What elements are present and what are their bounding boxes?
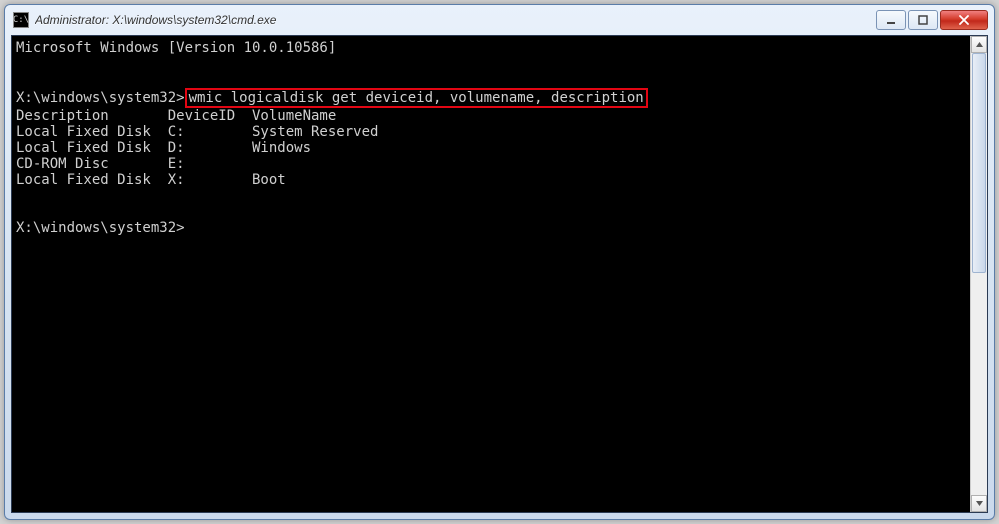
- command-line-1: X:\windows\system32>wmic logicaldisk get…: [16, 88, 970, 108]
- prompt-2: X:\windows\system32>: [16, 220, 970, 236]
- cmd-icon: C:\: [13, 12, 29, 28]
- minimize-button[interactable]: [876, 10, 906, 30]
- scroll-track[interactable]: [971, 53, 987, 495]
- scroll-down-button[interactable]: [971, 495, 987, 512]
- window-controls: [876, 10, 988, 30]
- maximize-button[interactable]: [908, 10, 938, 30]
- output-header: Description DeviceID VolumeName: [16, 108, 970, 124]
- client-area: Microsoft Windows [Version 10.0.10586] X…: [11, 35, 988, 513]
- scroll-thumb[interactable]: [972, 53, 986, 273]
- window-title: Administrator: X:\windows\system32\cmd.e…: [35, 13, 876, 27]
- terminal-output[interactable]: Microsoft Windows [Version 10.0.10586] X…: [12, 36, 970, 512]
- close-button[interactable]: [940, 10, 988, 30]
- scroll-up-button[interactable]: [971, 36, 987, 53]
- output-row: CD-ROM Disc E:: [16, 156, 970, 172]
- version-line: Microsoft Windows [Version 10.0.10586]: [16, 40, 970, 56]
- prompt-1: X:\windows\system32>: [16, 90, 185, 106]
- output-row: Local Fixed Disk X: Boot: [16, 172, 970, 188]
- output-row: Local Fixed Disk D: Windows: [16, 140, 970, 156]
- highlighted-command: wmic logicaldisk get deviceid, volumenam…: [185, 88, 648, 108]
- vertical-scrollbar[interactable]: [970, 36, 987, 512]
- titlebar[interactable]: C:\ Administrator: X:\windows\system32\c…: [5, 5, 994, 35]
- output-row: Local Fixed Disk C: System Reserved: [16, 124, 970, 140]
- cmd-window: C:\ Administrator: X:\windows\system32\c…: [4, 4, 995, 520]
